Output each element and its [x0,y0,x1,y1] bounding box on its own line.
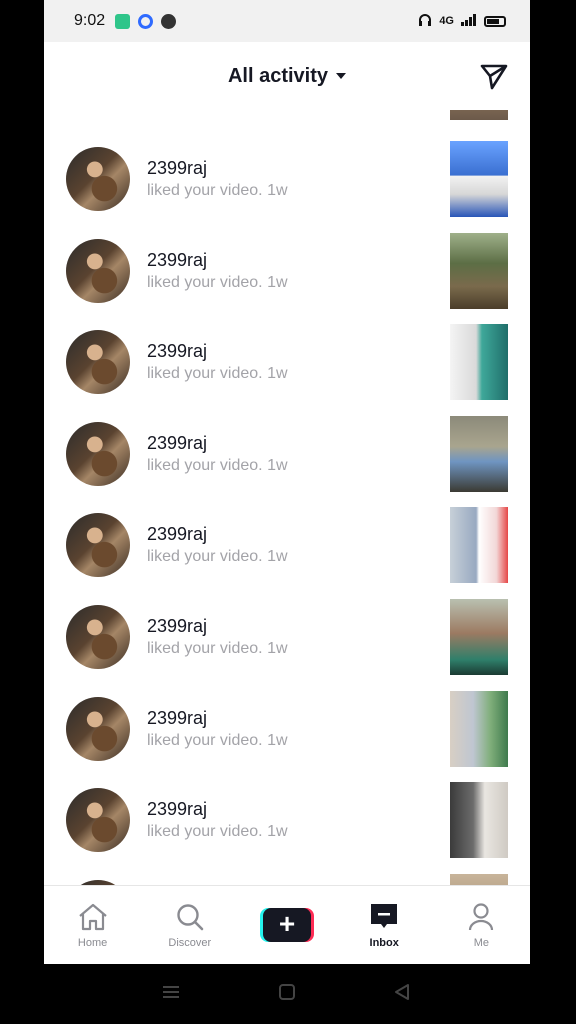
notification-username[interactable]: 2399raj [147,616,207,637]
notification-action: liked your video. [147,823,263,841]
video-thumbnail[interactable] [450,232,508,309]
video-thumbnail[interactable] [450,324,508,401]
app-notification-icon [138,13,154,29]
notification-text: liked your video. 1w [147,457,288,475]
nav-discover-label: Discover [168,936,212,949]
notification-time: 1w [267,823,288,841]
list-item-partial[interactable] [44,110,530,122]
video-thumbnail[interactable] [450,690,508,767]
video-thumbnail[interactable] [450,110,508,120]
notification-time: 1w [267,273,288,291]
notification-time: 1w [267,731,288,749]
notification-action: liked your video. [147,365,263,383]
profile-icon [469,902,494,930]
plus-icon: + [263,908,311,942]
nav-inbox[interactable]: Inbox [336,886,433,964]
search-icon [177,903,204,930]
messages-notification-icon [115,13,131,29]
avatar[interactable] [66,513,130,578]
notification-action: liked your video. [147,548,263,566]
notification-username[interactable]: 2399raj [147,524,207,545]
notification-time: 1w [267,456,288,474]
list-item[interactable]: 2399raj liked your video. 1w [44,320,530,412]
notification-time: 1w [267,548,288,566]
notification-username[interactable]: 2399raj [147,708,207,729]
avatar[interactable] [66,605,130,669]
inbox-icon [371,903,398,928]
nav-me[interactable]: Me [433,886,530,964]
nav-discover[interactable]: Discover [141,886,238,964]
activity-list[interactable]: 2399raj liked your video. 1w 2399raj liked … [44,110,530,885]
video-thumbnail[interactable] [450,873,508,885]
notification-action: liked your video. [147,182,263,199]
activity-header: All activity [44,42,530,110]
notification-time: 1w [267,365,288,383]
recents-icon[interactable] [162,983,180,1006]
home-icon [78,903,107,930]
nav-home-label: Home [77,936,108,949]
status-time: 9:02 [74,12,106,29]
chrome-notification-icon [161,13,177,29]
home-system-icon[interactable] [278,983,296,1006]
app-screen: 9:02 4G All activity 2399raj liked your … [44,0,530,964]
avatar[interactable] [66,238,130,303]
nav-inbox-label: Inbox [369,936,399,949]
notification-text: liked your video. 1w [147,732,288,750]
paper-plane-icon [480,64,508,90]
notification-text: liked your video. 1w [147,548,288,566]
direct-messages-button[interactable] [478,60,510,92]
list-item[interactable]: 2399raj liked your video. 1w [44,412,530,504]
notification-text: liked your video. 1w [147,274,288,292]
notification-action: liked your video. [147,731,263,749]
status-right: 4G [418,13,506,30]
notification-time: 1w [267,640,288,657]
list-item[interactable]: 2399raj liked your video. 1w [44,778,530,870]
notification-username[interactable]: 2399raj [147,799,207,820]
signal-label: 4G [439,15,454,27]
notification-username[interactable]: 2399raj [147,158,207,179]
avatar[interactable] [66,696,130,761]
notification-username[interactable]: 2399raj [147,341,207,362]
back-icon[interactable] [393,983,411,1006]
headphones-icon [418,13,432,30]
list-item[interactable]: 2399raj liked your video. 1w [44,595,530,687]
list-item[interactable]: 2399raj liked your video. 1w [44,229,530,321]
status-bar: 9:02 4G [44,0,530,42]
bottom-nav: Home Discover + Inbox Me [44,885,530,964]
notification-text: liked your video. 1w [147,365,288,383]
notification-time: 1w [267,182,288,199]
notification-username[interactable]: 2399raj [147,433,207,454]
video-thumbnail[interactable] [450,415,508,492]
list-item[interactable]: 2399raj liked your video. 1w [44,137,530,229]
nav-me-label: Me [473,936,490,949]
nav-home[interactable]: Home [44,886,141,964]
activity-filter-dropdown[interactable]: All activity [227,64,347,88]
create-button[interactable]: + [260,908,314,942]
notification-text: liked your video. 1w [147,823,288,841]
avatar[interactable] [66,788,130,853]
notification-text: liked your video. 1w [147,182,288,200]
caret-down-icon [336,73,347,79]
notification-username[interactable]: 2399raj [147,250,207,271]
video-thumbnail[interactable] [450,599,508,675]
battery-icon [484,15,506,27]
notification-action: liked your video. [147,456,263,474]
nav-create[interactable]: + [238,886,335,964]
list-item[interactable]: 2399raj liked your video. 1w [44,687,530,779]
list-item[interactable]: 2399raj liked your video. 1w [44,503,530,595]
notification-action: liked your video. [147,640,263,657]
avatar[interactable] [66,421,130,486]
notification-action: liked your video. [147,273,263,291]
video-thumbnail[interactable] [450,507,508,584]
video-thumbnail[interactable] [450,782,508,859]
list-item-partial[interactable] [44,870,530,885]
signal-icon [461,13,477,29]
avatar[interactable] [66,330,130,395]
video-thumbnail[interactable] [450,141,508,217]
notification-text: liked your video. 1w [147,640,288,658]
header-title: All activity [227,64,329,87]
avatar[interactable] [66,147,130,211]
